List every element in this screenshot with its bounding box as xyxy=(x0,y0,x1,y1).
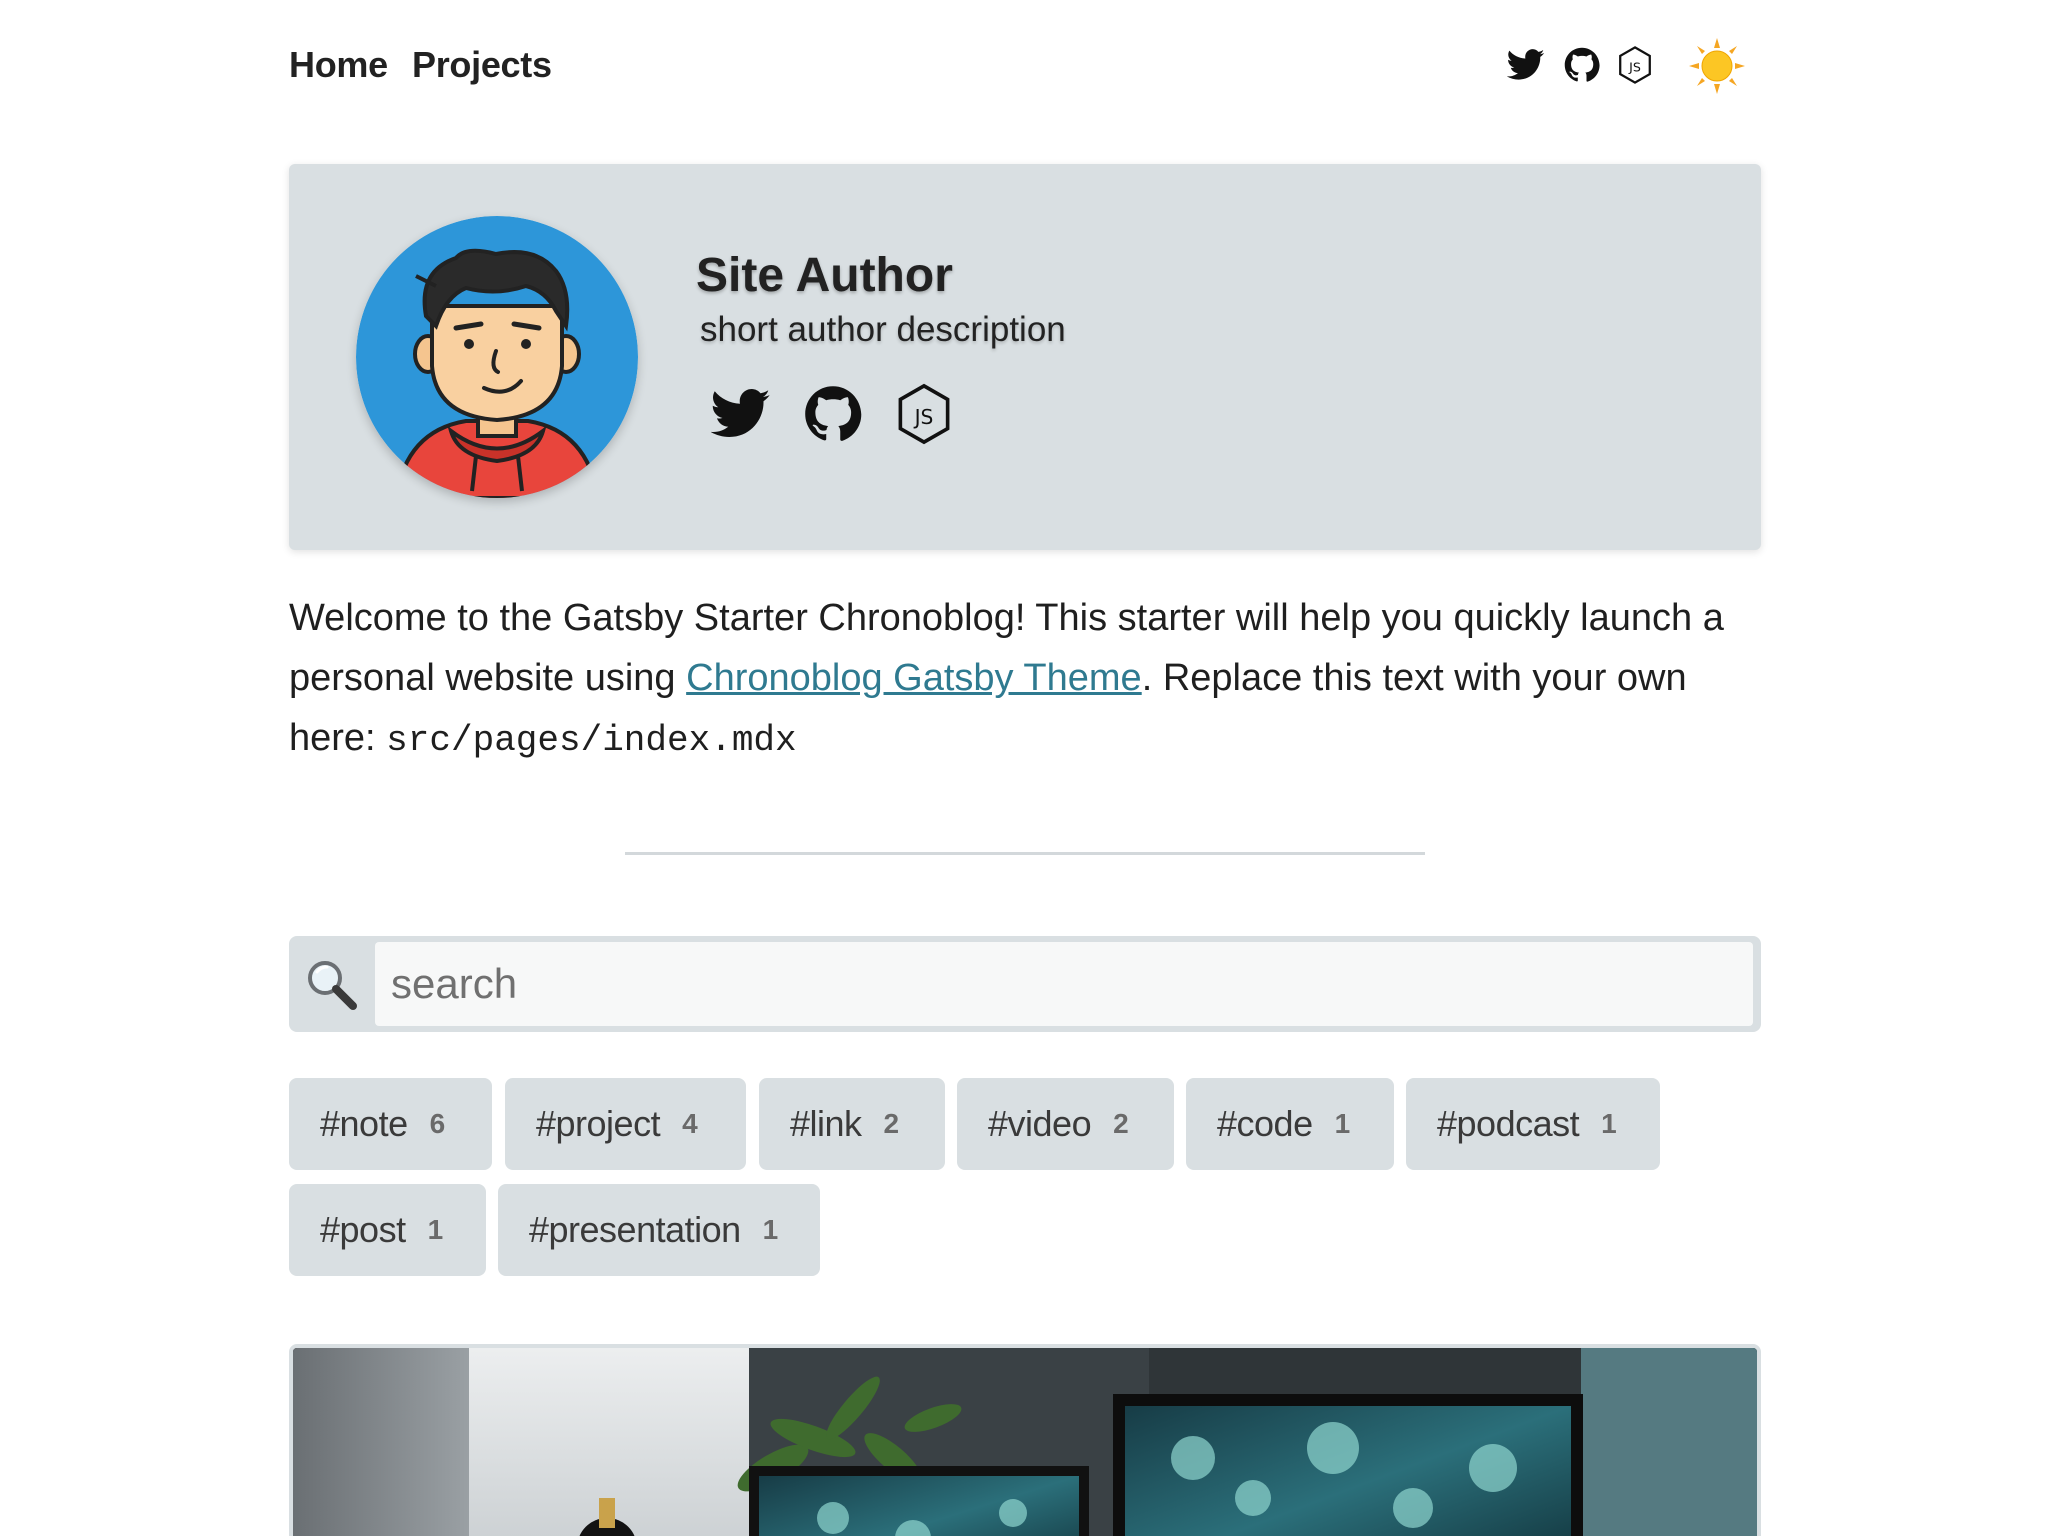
nav-home-link[interactable]: Home xyxy=(289,40,388,90)
author-description: short author description xyxy=(700,310,1066,349)
tag-count: 6 xyxy=(429,1108,446,1139)
tag-count: 1 xyxy=(1601,1108,1617,1139)
tag-count: 2 xyxy=(883,1108,900,1139)
tag-label: #code xyxy=(1217,1103,1313,1144)
github-icon[interactable] xyxy=(801,382,865,446)
intro-code-path: src/pages/index.mdx xyxy=(386,720,797,761)
sun-icon[interactable] xyxy=(1687,36,1747,96)
tag-label: #presentation xyxy=(529,1209,741,1250)
post-cover-image[interactable] xyxy=(289,1344,1761,1536)
author-card: Site Author short author description JS xyxy=(289,164,1761,550)
tag-project[interactable]: #project 4 xyxy=(505,1078,746,1170)
tag-post[interactable]: #post 1 xyxy=(289,1184,486,1276)
tag-count: 1 xyxy=(1334,1108,1351,1139)
author-name: Site Author xyxy=(696,249,953,302)
divider xyxy=(625,852,1425,855)
tag-link[interactable]: #link 2 xyxy=(759,1078,945,1170)
tag-label: #post xyxy=(320,1209,406,1250)
site-header: Home Projects JS xyxy=(289,38,1761,94)
svg-text:JS: JS xyxy=(1628,59,1641,74)
search-icon xyxy=(303,956,359,1012)
twitter-icon[interactable] xyxy=(1505,44,1547,86)
search-input[interactable] xyxy=(375,942,1753,1026)
search-bar xyxy=(289,936,1761,1032)
tag-count: 4 xyxy=(682,1108,698,1139)
twitter-icon[interactable] xyxy=(709,382,773,446)
tag-label: #note xyxy=(320,1103,408,1144)
nav-projects-link[interactable]: Projects xyxy=(412,40,552,90)
page: Home Projects JS Site Author short autho… xyxy=(0,0,2048,1536)
intro-paragraph: Welcome to the Gatsby Starter Chronoblog… xyxy=(289,588,1761,771)
chronoblog-theme-link[interactable]: Chronoblog Gatsby Theme xyxy=(686,657,1142,699)
github-icon[interactable] xyxy=(1561,44,1603,86)
tag-note[interactable]: #note 6 xyxy=(289,1078,492,1170)
tag-presentation[interactable]: #presentation 1 xyxy=(498,1184,820,1276)
tag-podcast[interactable]: #podcast 1 xyxy=(1406,1078,1660,1170)
tag-label: #link xyxy=(790,1103,862,1144)
tag-count: 1 xyxy=(427,1214,444,1245)
tag-video[interactable]: #video 2 xyxy=(957,1078,1174,1170)
tag-count: 1 xyxy=(762,1214,779,1245)
author-avatar xyxy=(356,216,638,498)
nodejs-icon[interactable]: JS xyxy=(1614,44,1656,86)
svg-text:JS: JS xyxy=(913,405,934,429)
tag-label: #podcast xyxy=(1437,1103,1580,1144)
tag-label: #video xyxy=(988,1103,1092,1144)
nodejs-icon[interactable]: JS xyxy=(892,382,956,446)
tag-count: 2 xyxy=(1113,1108,1129,1139)
tag-label: #project xyxy=(536,1103,661,1144)
tag-code[interactable]: #code 1 xyxy=(1186,1078,1394,1170)
